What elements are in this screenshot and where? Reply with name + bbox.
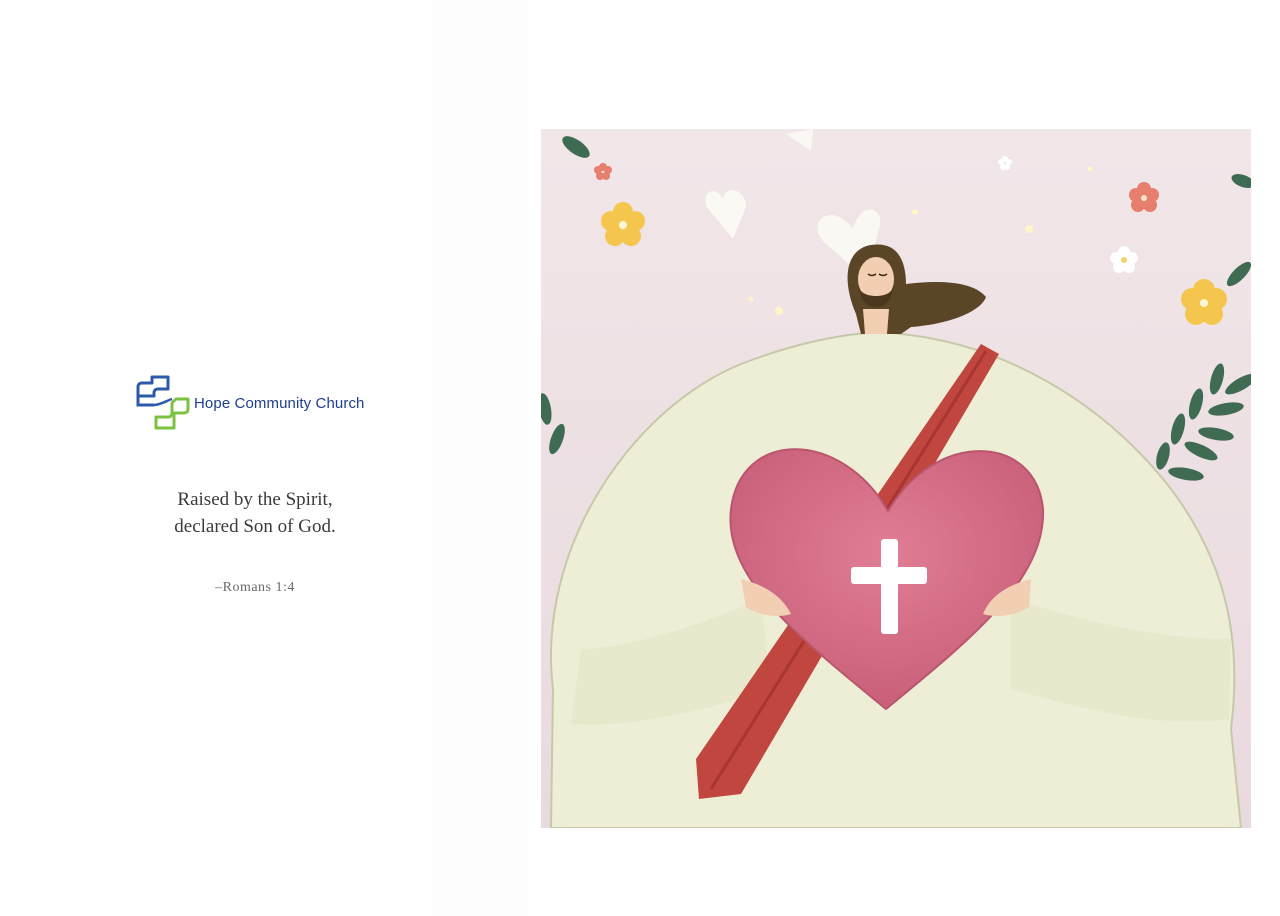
verse-line-1: Raised by the Spirit, [177,489,333,510]
scripture-verse: Raised by the Spirit, declared Son of Go… [150,486,360,540]
verse-reference: –Romans 1:4 [215,580,295,595]
cross-hands-logo-icon [136,375,190,430]
card-left-panel [128,0,528,916]
verse-line-2: declared Son of God. [174,516,336,537]
church-name: Hope Community Church [194,394,365,412]
church-logo: Hope Community Church [136,375,365,431]
jesus-heart-illustration [541,129,1251,828]
